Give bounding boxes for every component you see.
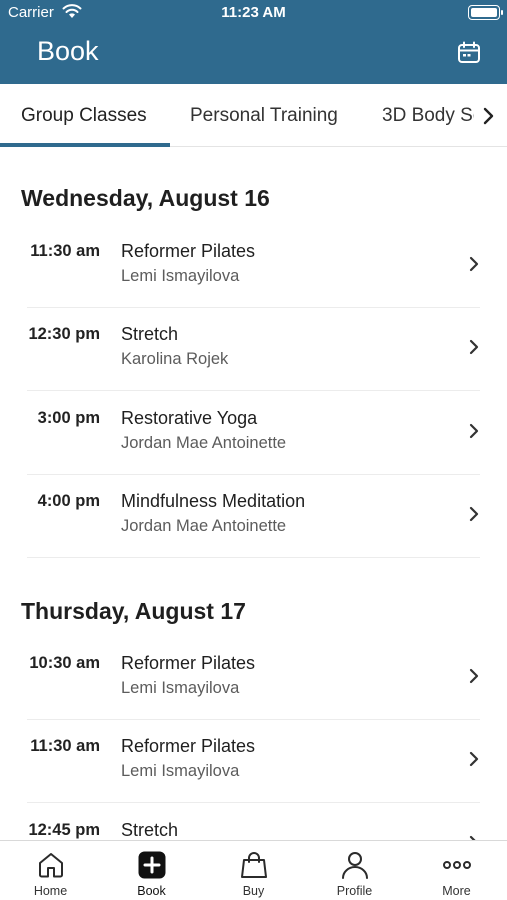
class-time: 12:30 pm: [28, 325, 100, 343]
class-row[interactable]: 10:30 am Reformer Pilates Lemi Ismayilov…: [0, 637, 507, 720]
tab-personal-training[interactable]: Personal Training: [190, 105, 338, 127]
profile-icon: [341, 852, 368, 879]
class-time: 10:30 am: [29, 654, 100, 672]
class-name: Restorative Yoga: [121, 408, 258, 428]
row-divider: [27, 557, 480, 558]
class-row[interactable]: 3:00 pm Restorative Yoga Jordan Mae Anto…: [0, 392, 507, 475]
day-header: Wednesday, August 16: [21, 185, 270, 211]
tab-bar-label: Home: [33, 884, 68, 898]
class-row[interactable]: 11:30 am Reformer Pilates Lemi Ismayilov…: [0, 720, 507, 803]
tab-bar-profile[interactable]: Profile: [304, 841, 405, 900]
tab-bar-home[interactable]: Home: [0, 841, 101, 900]
category-tabs: Group Classes Personal Training 3D Body …: [0, 84, 507, 147]
status-bar: Carrier 11:23 AM: [0, 0, 507, 26]
class-name: Stretch: [121, 324, 179, 344]
tab-bar-label: More: [442, 884, 471, 898]
chevron-right-icon: [469, 751, 479, 767]
bottom-tab-bar: Home Book Buy Profile More: [0, 840, 507, 900]
day-header: Thursday, August 17: [21, 598, 246, 624]
chevron-right-icon: [469, 256, 479, 272]
home-icon: [38, 853, 63, 878]
tab-bar-book[interactable]: Book: [101, 841, 202, 900]
class-name: Stretch: [121, 820, 179, 840]
class-row[interactable]: 12:45 pm Stretch: [0, 804, 507, 840]
class-name: Reformer Pilates: [121, 653, 256, 673]
class-time: 11:30 am: [30, 737, 100, 755]
chevron-right-icon: [469, 339, 479, 355]
app-header: Carrier 11:23 AM Book: [0, 0, 507, 84]
tab-bar-buy[interactable]: Buy: [203, 841, 304, 900]
tab-bar-more[interactable]: More: [406, 841, 507, 900]
instructor-name: Jordan Mae Antoinette: [121, 517, 287, 535]
selected-tab-indicator: [0, 143, 170, 147]
class-schedule[interactable]: Wednesday, August 16 11:30 am Reformer P…: [0, 148, 507, 840]
calendar-icon[interactable]: [457, 41, 481, 65]
class-time: 3:00 pm: [37, 409, 100, 427]
page-title: Book: [37, 36, 99, 66]
instructor-name: Lemi Ismayilova: [121, 762, 240, 780]
tab-3d-body-scan[interactable]: 3D Body Scan: [382, 105, 474, 127]
instructor-name: Lemi Ismayilova: [121, 679, 240, 697]
chevron-right-icon: [469, 668, 479, 684]
class-name: Reformer Pilates: [121, 241, 256, 261]
class-row[interactable]: 4:00 pm Mindfulness Meditation Jordan Ma…: [0, 475, 507, 558]
status-time: 11:23 AM: [221, 4, 286, 21]
book-plus-icon: [138, 851, 165, 879]
row-divider: [27, 390, 480, 391]
tab-bar-label: Buy: [242, 884, 265, 898]
tab-bar-label: Profile: [336, 884, 373, 898]
class-time: 4:00 pm: [37, 492, 100, 510]
more-icon: [442, 861, 471, 869]
chevron-right-icon: [469, 423, 479, 439]
chevron-right-icon[interactable]: [481, 105, 497, 127]
instructor-name: Karolina Rojek: [121, 350, 229, 368]
chevron-right-icon: [469, 506, 479, 522]
class-name: Reformer Pilates: [121, 736, 256, 756]
class-time: 12:45 pm: [28, 821, 100, 839]
instructor-name: Jordan Mae Antoinette: [121, 434, 287, 452]
class-row[interactable]: 11:30 am Reformer Pilates Lemi Ismayilov…: [0, 225, 507, 308]
tab-bar-label: Book: [137, 884, 166, 898]
battery-icon: [468, 5, 503, 20]
class-time: 11:30 am: [30, 242, 100, 260]
instructor-name: Lemi Ismayilova: [121, 267, 240, 285]
class-name: Mindfulness Meditation: [121, 491, 306, 511]
tab-group-classes[interactable]: Group Classes: [21, 105, 147, 127]
row-divider: [27, 802, 480, 803]
class-row[interactable]: 12:30 pm Stretch Karolina Rojek: [0, 308, 507, 391]
shopping-bag-icon: [240, 852, 267, 878]
